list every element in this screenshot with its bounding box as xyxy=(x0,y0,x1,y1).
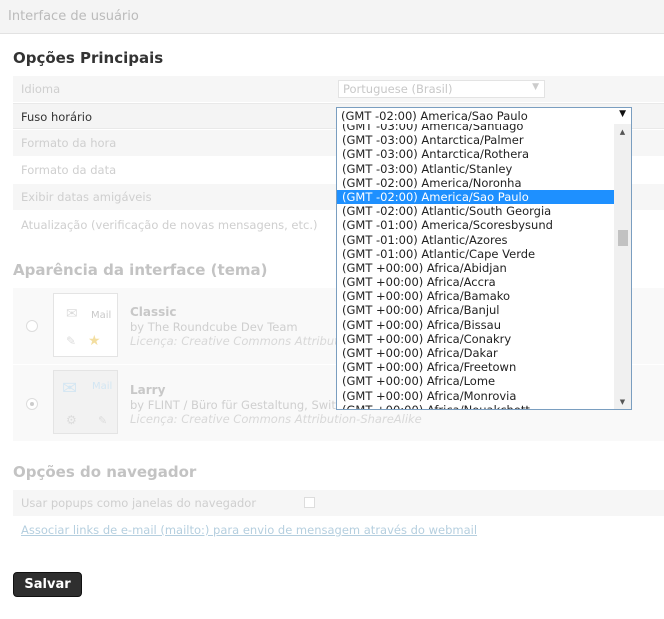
timezone-option[interactable]: (GMT +00:00) Africa/Bamako xyxy=(337,289,615,303)
timezone-selected-value: (GMT -02:00) America/Sao Paulo xyxy=(341,109,528,123)
scroll-down-arrow-icon[interactable]: ▼ xyxy=(614,395,631,409)
language-label: Idioma xyxy=(21,82,61,96)
appearance-title: Aparência da interface (tema) xyxy=(13,261,268,279)
timezone-option[interactable]: (GMT -02:00) America/Noronha xyxy=(337,176,615,190)
theme-license-larry: Licença: Creative Commons Attribution-Sh… xyxy=(130,412,422,426)
timezone-option[interactable]: (GMT +00:00) Africa/Bissau xyxy=(337,318,615,332)
timezone-option[interactable]: (GMT +00:00) Africa/Nouakchott xyxy=(337,403,615,409)
language-select[interactable]: Portuguese (Brasil) ▼ xyxy=(338,80,545,98)
timezone-option[interactable]: (GMT -02:00) America/Sao Paulo xyxy=(337,189,615,205)
envelope-icon: ✉ xyxy=(62,378,78,399)
theme-thumbnail-classic: ✉ Mail ✎ ★ xyxy=(53,293,118,357)
theme-name-classic: Classic xyxy=(130,305,177,319)
main-options-title: Opções Principais xyxy=(13,49,164,67)
pin-icon: ✎ xyxy=(98,414,108,427)
timezone-option[interactable]: (GMT -03:00) Antarctica/Palmer xyxy=(337,133,615,147)
timezone-option[interactable]: (GMT +00:00) Africa/Conakry xyxy=(337,332,615,346)
popups-label: Usar popups como janelas do navegador xyxy=(21,496,257,510)
theme-thumbnail-larry: ✉ Mail ⚙ ✎ xyxy=(53,370,118,434)
pretty-dates-label: Exibir datas amigáveis xyxy=(21,190,152,204)
compose-icon: ✎ xyxy=(66,334,77,348)
theme-author-classic: by The Roundcube Dev Team xyxy=(130,320,298,334)
timezone-select[interactable]: (GMT -02:00) America/Sao Paulo ▼ xyxy=(336,107,632,125)
timezone-option[interactable]: (GMT +00:00) Africa/Freetown xyxy=(337,360,615,374)
dropdown-scrollbar[interactable]: ▲ ▼ xyxy=(614,124,631,409)
popups-checkbox[interactable] xyxy=(304,497,315,508)
timezone-label: Fuso horário xyxy=(21,110,93,124)
refresh-label: Atualização (verificação de novas mensag… xyxy=(21,218,318,232)
timezone-option[interactable]: (GMT +00:00) Africa/Monrovia xyxy=(337,389,615,403)
top-bar: Interface de usuário xyxy=(0,0,664,34)
timezone-option[interactable]: (GMT -03:00) Antarctica/Rothera xyxy=(337,147,615,161)
timezone-option[interactable]: (GMT +00:00) Africa/Banjul xyxy=(337,303,615,317)
timezone-option[interactable]: (GMT -02:00) Atlantic/South Georgia xyxy=(337,204,615,218)
envelope-icon: ✉ xyxy=(66,306,78,322)
timezone-option[interactable]: (GMT -03:00) America/Santiago xyxy=(337,124,615,133)
timezone-option[interactable]: (GMT -03:00) Atlantic/Stanley xyxy=(337,162,615,176)
timezone-option[interactable]: (GMT -01:00) Atlantic/Azores xyxy=(337,233,615,247)
scroll-up-arrow-icon[interactable]: ▲ xyxy=(614,125,631,139)
gear-icon: ⚙ xyxy=(66,413,77,427)
page-header-title: Interface de usuário xyxy=(8,9,139,24)
scroll-thumb[interactable] xyxy=(618,230,628,246)
theme-author-larry: by FLINT / Büro für Gestaltung, Switz xyxy=(130,398,342,412)
date-format-label: Formato da data xyxy=(21,163,117,177)
theme-name-larry: Larry xyxy=(130,383,166,397)
timezone-option[interactable]: (GMT +00:00) Africa/Lome xyxy=(337,374,615,388)
theme-license-classic: Licença: Creative Commons Attributio xyxy=(130,334,349,348)
chevron-down-icon: ▼ xyxy=(532,82,539,92)
settings-page: Interface de usuário Opções Principais I… xyxy=(0,0,664,619)
popups-row: Usar popups como janelas do navegador xyxy=(13,490,664,516)
theme-radio-classic[interactable] xyxy=(26,320,38,332)
timezone-option[interactable]: (GMT +00:00) Africa/Abidjan xyxy=(337,261,615,275)
theme-radio-larry[interactable] xyxy=(26,398,38,410)
timezone-options: (GMT -03:00) America/Santiago (GMT -03:00… xyxy=(337,124,615,409)
timezone-option[interactable]: (GMT +00:00) Africa/Dakar xyxy=(337,346,615,360)
save-button[interactable]: Salvar xyxy=(13,572,82,597)
timezone-option[interactable]: (GMT -01:00) Atlantic/Cape Verde xyxy=(337,247,615,261)
browser-options-title: Opções do navegador xyxy=(13,463,197,481)
timezone-option[interactable]: (GMT -01:00) America/Scoresbysund xyxy=(337,218,615,232)
timezone-option[interactable]: (GMT +00:00) Africa/Accra xyxy=(337,275,615,289)
chevron-down-icon: ▼ xyxy=(619,109,626,119)
timezone-dropdown-list[interactable]: (GMT -03:00) America/Santiago (GMT -03:00… xyxy=(336,124,632,410)
star-icon: ★ xyxy=(88,333,101,349)
time-format-label: Formato da hora xyxy=(21,136,117,150)
language-row: Idioma Portuguese (Brasil) ▼ xyxy=(13,76,664,102)
mailto-link[interactable]: Associar links de e-mail (mailto:) para … xyxy=(21,523,477,537)
